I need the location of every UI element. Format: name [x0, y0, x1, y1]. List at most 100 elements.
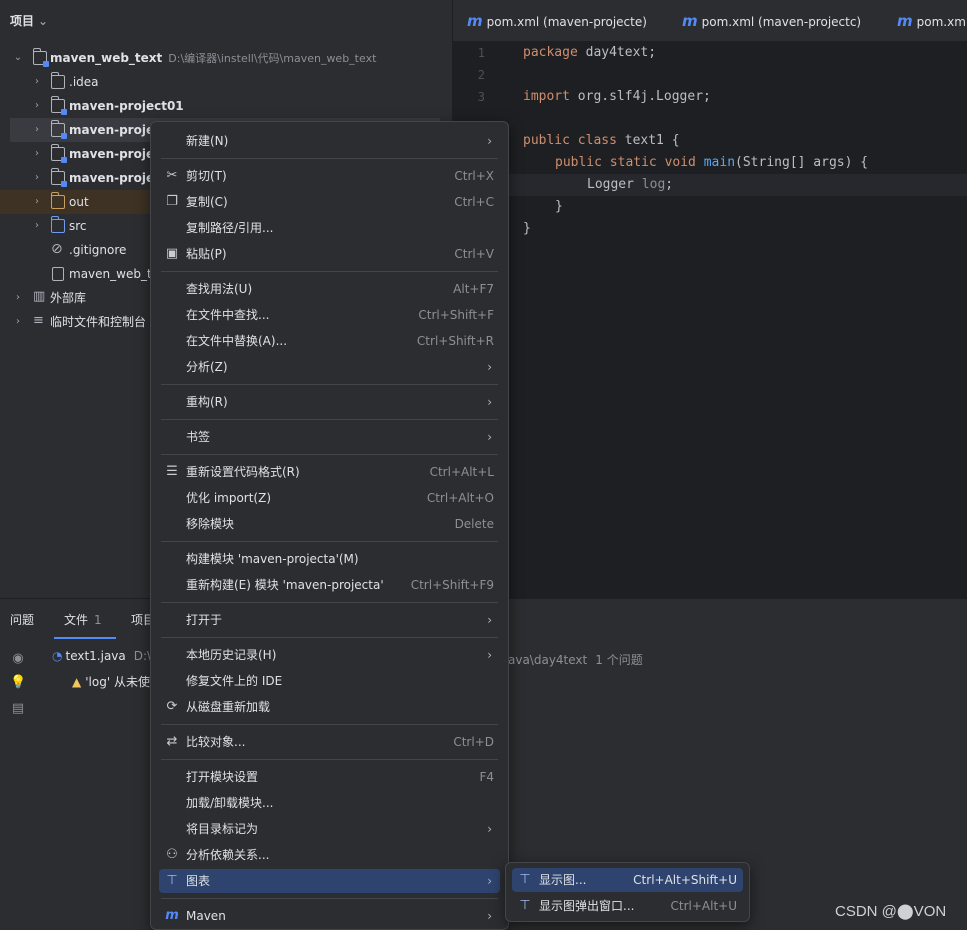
- menu-item-compare-with[interactable]: ⇄ 比较对象... Ctrl+D: [159, 730, 500, 754]
- menu-item-refactor[interactable]: 重构(R) ›: [159, 390, 500, 414]
- menu-item-label: 查找用法(U): [186, 282, 253, 296]
- menu-item-repair-ide[interactable]: 修复文件上的 IDE: [159, 669, 500, 693]
- problem-warning-row[interactable]: ▲'log' 从未使: [72, 673, 150, 690]
- chevron-right-icon[interactable]: ›: [31, 190, 43, 214]
- menu-item-label: 图表: [186, 874, 211, 888]
- menu-item-label: 比较对象...: [186, 735, 246, 749]
- tab-label: pom.xml (maven-projectc): [701, 15, 862, 29]
- code-line: package day4text;: [523, 45, 656, 60]
- menu-item-shortcut: Ctrl+Alt+U: [670, 899, 738, 913]
- code-line: public class text1 {: [523, 133, 680, 148]
- copy-icon: ❐: [166, 194, 178, 209]
- code-keyword: public class: [523, 133, 617, 148]
- tree-item-label: src: [69, 219, 87, 233]
- menu-item-load-unload-modules[interactable]: 加载/卸载模块...: [159, 791, 500, 815]
- tree-item-root[interactable]: ⌄ maven_web_text D:\编译器\instell\代码\maven_…: [0, 46, 452, 70]
- menu-item-copy-path[interactable]: 复制路径/引用...: [159, 216, 500, 240]
- context-menu: 新建(N) › ✂ 剪切(T) Ctrl+X ❐ 复制(C) Ctrl+C 复制路径/引用…: [150, 121, 509, 930]
- tab-pom[interactable]: m pom.xml: [897, 0, 967, 42]
- problem-file-row[interactable]: ◔ text1.java D:\: [52, 649, 151, 663]
- menu-item-local-history[interactable]: 本地历史记录(H) ›: [159, 643, 500, 667]
- folder-icon: [51, 72, 65, 89]
- menu-item-label: 加载/卸载模块...: [186, 796, 274, 810]
- chevron-right-icon: ›: [487, 430, 492, 444]
- chevron-right-icon[interactable]: ›: [31, 166, 43, 190]
- menu-item-mark-directory-as[interactable]: 将目录标记为 ›: [159, 817, 500, 841]
- chevron-down-icon[interactable]: ⌄: [38, 14, 48, 28]
- chevron-right-icon: ›: [487, 648, 492, 662]
- tree-item-label: 外部库: [50, 291, 87, 305]
- menu-item-optimize-imports[interactable]: 优化 import(Z) Ctrl+Alt+O: [159, 486, 500, 510]
- tree-item-path: D:\编译器\instell\代码\maven_web_text: [168, 52, 377, 65]
- menu-item-label: 粘贴(P): [186, 247, 227, 261]
- menu-item-module-settings[interactable]: 打开模块设置 F4: [159, 765, 500, 789]
- menu-separator: [161, 158, 498, 159]
- menu-item-bookmarks[interactable]: 书签 ›: [159, 425, 500, 449]
- menu-separator: [161, 602, 498, 603]
- tree-item-label: maven-projec: [69, 123, 162, 137]
- menu-item-label: 构建模块 'maven-projecta'(M): [186, 552, 359, 566]
- tree-item-label: maven_web_text: [50, 51, 163, 65]
- line-number: 1: [477, 46, 485, 60]
- menu-item-reload-from-disk[interactable]: ⟳ 从磁盘重新加载: [159, 695, 500, 719]
- menu-item-shortcut: Ctrl+Shift+F: [418, 308, 494, 322]
- project-header[interactable]: 项目 ⌄: [10, 12, 48, 29]
- tab-pom-c[interactable]: m pom.xml (maven-projectc): [682, 0, 861, 42]
- menu-item-shortcut: Ctrl+C: [454, 195, 494, 209]
- menu-item-label: 优化 import(Z): [186, 491, 272, 505]
- menu-item-find-usages[interactable]: 查找用法(U) Alt+F7: [159, 277, 500, 301]
- menu-item-diagrams[interactable]: ⊤ 图表 ›: [159, 869, 500, 893]
- module-folder-icon: [51, 120, 67, 139]
- tab-file[interactable]: 文件 1: [64, 611, 102, 628]
- chevron-right-icon[interactable]: ›: [31, 214, 43, 238]
- menu-item-reformat[interactable]: ☰ 重新设置代码格式(R) Ctrl+Alt+L: [159, 460, 500, 484]
- menu-item-open-in[interactable]: 打开于 ›: [159, 608, 500, 632]
- menu-item-label: 显示图弹出窗口...: [539, 899, 635, 913]
- chevron-right-icon[interactable]: ›: [12, 286, 24, 310]
- submenu-item-show-diagram[interactable]: ⊤ 显示图... Ctrl+Alt+Shift+U: [512, 868, 743, 892]
- warning-icon: ▲: [72, 675, 82, 689]
- menu-item-label: 在文件中查找...: [186, 308, 270, 322]
- chevron-right-icon[interactable]: ›: [31, 118, 43, 142]
- menu-item-remove-module[interactable]: 移除模块 Delete: [159, 512, 500, 536]
- chevron-right-icon[interactable]: ›: [31, 94, 43, 118]
- code-editor[interactable]: 1 2 3 package day4text; import org.slf4j…: [453, 42, 967, 598]
- editor-tabs: m pom.xml (maven-projecte) m pom.xml (mave…: [453, 0, 967, 42]
- menu-item-cut[interactable]: ✂ 剪切(T) Ctrl+X: [159, 164, 500, 188]
- chevron-right-icon[interactable]: ›: [12, 310, 24, 334]
- line-number: 2: [477, 68, 485, 82]
- problem-file-name: text1.java: [65, 649, 126, 663]
- eye-icon[interactable]: ◉: [10, 651, 26, 667]
- tree-item-project01[interactable]: › maven-project01: [0, 94, 452, 118]
- submenu-item-show-diagram-popup[interactable]: ⊤ 显示图弹出窗口... Ctrl+Alt+U: [512, 894, 743, 918]
- menu-item-shortcut: Ctrl+Shift+R: [416, 334, 494, 348]
- tree-item-idea[interactable]: › .idea: [0, 70, 452, 94]
- menu-item-shortcut: Ctrl+X: [454, 169, 494, 183]
- menu-item-replace-in-files[interactable]: 在文件中替换(A)... Ctrl+Shift+R: [159, 329, 500, 353]
- chevron-down-icon[interactable]: ⌄: [12, 46, 24, 70]
- tab-pom-e[interactable]: m pom.xml (maven-projecte): [467, 0, 647, 42]
- menu-item-analyze[interactable]: 分析(Z) ›: [159, 355, 500, 379]
- reformat-icon: ☰: [166, 464, 178, 479]
- menu-item-analyze-dependencies[interactable]: ⚇ 分析依赖关系...: [159, 843, 500, 867]
- preview-icon[interactable]: ▤: [10, 701, 26, 717]
- chevron-right-icon[interactable]: ›: [31, 142, 43, 166]
- menu-item-build-module[interactable]: 构建模块 'maven-projecta'(M): [159, 547, 500, 571]
- menu-item-find-in-files[interactable]: 在文件中查找... Ctrl+Shift+F: [159, 303, 500, 327]
- chevron-right-icon: ›: [487, 395, 492, 409]
- module-folder-icon: [51, 144, 67, 163]
- menu-item-rebuild-module[interactable]: 重新构建(E) 模块 'maven-projecta' Ctrl+Shift+F9: [159, 573, 500, 597]
- tab-count: 1: [94, 613, 102, 627]
- menu-item-label: 打开于: [186, 613, 223, 627]
- chevron-right-icon: ›: [487, 134, 492, 148]
- menu-item-new[interactable]: 新建(N) ›: [159, 129, 500, 153]
- tab-problems[interactable]: 问题: [10, 611, 34, 628]
- chevron-right-icon[interactable]: ›: [31, 70, 43, 94]
- menu-item-paste[interactable]: ▣ 粘贴(P) Ctrl+V: [159, 242, 500, 266]
- lightbulb-icon[interactable]: 💡: [10, 675, 26, 691]
- menu-item-shortcut: Ctrl+Alt+L: [429, 465, 494, 479]
- menu-item-maven[interactable]: m Maven ›: [159, 904, 500, 928]
- maven-icon: m: [897, 12, 913, 30]
- menu-item-copy[interactable]: ❐ 复制(C) Ctrl+C: [159, 190, 500, 214]
- tree-item-label: out: [69, 195, 89, 209]
